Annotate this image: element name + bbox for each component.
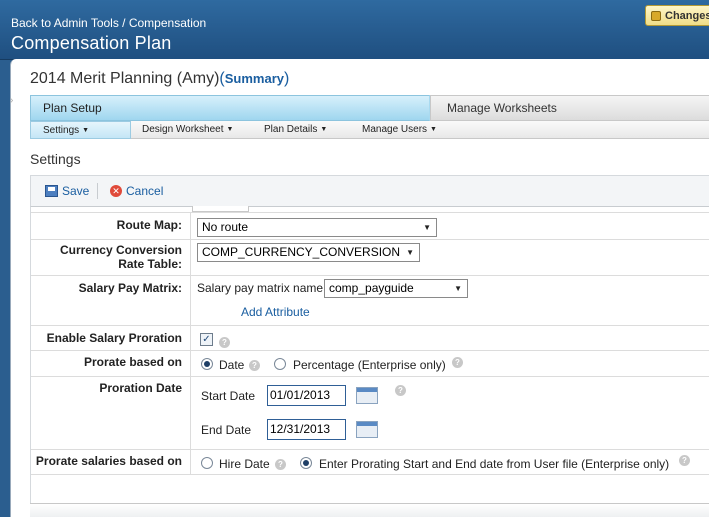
route-map-select[interactable]: No route ▼ bbox=[197, 218, 437, 237]
prorate-percentage-radio[interactable] bbox=[274, 358, 286, 370]
row-proration-date: Proration Date Start Date 01/01/2013 ? E… bbox=[31, 376, 709, 449]
end-date-label: End Date bbox=[201, 423, 252, 437]
row-prorate-salaries: Prorate salaries based on Hire Date ? En… bbox=[31, 449, 709, 475]
dropdown-arrow-icon: ▼ bbox=[423, 223, 431, 232]
caret-down-icon: ▼ bbox=[82, 127, 90, 134]
form-footer bbox=[30, 503, 709, 517]
help-icon[interactable]: ? bbox=[249, 360, 260, 371]
row-currency-conversion: Currency Conversion Rate Table: COMP_CUR… bbox=[31, 239, 709, 275]
plan-name: 2014 Merit Planning (Amy) bbox=[30, 70, 220, 87]
pay-matrix-select[interactable]: comp_payguide ▼ bbox=[324, 279, 468, 298]
changes-icon bbox=[651, 10, 661, 21]
help-icon[interactable]: ? bbox=[452, 357, 463, 368]
toolbar-divider bbox=[97, 183, 98, 199]
add-attribute-link[interactable]: Add Attribute bbox=[241, 305, 310, 319]
caret-down-icon: ▼ bbox=[430, 126, 437, 133]
subnav-design-worksheet[interactable]: Design Worksheet ▼ bbox=[142, 121, 233, 139]
toolbar: Save ✕ Cancel bbox=[30, 175, 709, 207]
save-icon bbox=[45, 185, 58, 197]
prorate-date-radio[interactable] bbox=[201, 358, 213, 370]
settings-form: Route Map: No route ▼ Currency Conversio… bbox=[30, 206, 709, 503]
end-date-input[interactable]: 12/31/2013 bbox=[267, 419, 346, 440]
hire-date-label: Hire Date bbox=[219, 457, 270, 471]
row-route-map: Route Map: No route ▼ bbox=[31, 212, 709, 239]
cancel-icon: ✕ bbox=[110, 185, 122, 197]
main-panel: 2014 Merit Planning (Amy)(Summary) › Pla… bbox=[10, 59, 709, 517]
pay-matrix-value: comp_payguide bbox=[329, 281, 414, 295]
prorate-based-on-label: Prorate based on bbox=[31, 351, 191, 376]
cancel-label: Cancel bbox=[126, 184, 164, 198]
page-title: Compensation Plan bbox=[11, 33, 172, 53]
hire-date-radio[interactable] bbox=[201, 457, 213, 469]
pay-matrix-name-label: Salary pay matrix name bbox=[197, 281, 324, 295]
chevron-right-icon[interactable]: › bbox=[10, 95, 13, 106]
caret-down-icon: ▼ bbox=[226, 126, 234, 133]
changes-button[interactable]: Changes bbox=[645, 5, 709, 26]
calendar-icon[interactable] bbox=[356, 421, 378, 438]
user-file-label: Enter Prorating Start and End date from … bbox=[319, 457, 670, 471]
currency-conversion-select[interactable]: COMP_CURRENCY_CONVERSION ▼ bbox=[197, 243, 420, 262]
start-date-label: Start Date bbox=[201, 389, 256, 403]
summary-link[interactable]: Summary bbox=[225, 71, 284, 86]
save-button[interactable]: Save bbox=[45, 184, 89, 198]
app-header: Back to Admin Tools / Compensation Compe… bbox=[0, 0, 709, 60]
subnav-design-worksheet-label: Design Worksheet bbox=[142, 124, 224, 135]
subnav-manage-users-label: Manage Users bbox=[362, 124, 428, 135]
calendar-icon[interactable] bbox=[356, 387, 378, 404]
subnav-plan-details-label: Plan Details bbox=[264, 124, 318, 135]
prorate-salaries-label: Prorate salaries based on bbox=[31, 450, 191, 474]
currency-label-line1: Currency Conversion bbox=[59, 243, 182, 257]
caret-down-icon: ▼ bbox=[320, 126, 328, 133]
start-date-input[interactable]: 01/01/2013 bbox=[267, 385, 346, 406]
route-map-label: Route Map: bbox=[31, 213, 191, 239]
row-enable-proration: Enable Salary Proration ✓ ? bbox=[31, 325, 709, 350]
plan-title: 2014 Merit Planning (Amy)(Summary) bbox=[30, 70, 289, 88]
enable-proration-checkbox[interactable]: ✓ bbox=[200, 333, 213, 346]
prorate-date-label: Date bbox=[219, 358, 245, 372]
dropdown-arrow-icon: ▼ bbox=[454, 284, 462, 293]
save-label: Save bbox=[62, 184, 90, 198]
row-prorate-based-on: Prorate based on Date ? Percentage (Ente… bbox=[31, 350, 709, 376]
step-manage-worksheets[interactable]: Manage Worksheets bbox=[430, 95, 709, 121]
step-bar: Plan Setup Manage Worksheets bbox=[30, 95, 709, 121]
sub-navigation: Settings ▼ Design Worksheet ▼ Plan Details… bbox=[30, 121, 709, 139]
cancel-button[interactable]: ✕ Cancel bbox=[110, 184, 163, 198]
currency-conversion-label: Currency Conversion Rate Table: bbox=[31, 240, 191, 275]
section-title: Settings bbox=[30, 151, 81, 167]
help-icon[interactable]: ? bbox=[219, 337, 230, 348]
back-to-admin-link[interactable]: Back to Admin Tools / Compensation bbox=[11, 16, 206, 30]
route-map-value: No route bbox=[202, 220, 249, 234]
step-plan-setup[interactable]: Plan Setup bbox=[30, 95, 442, 121]
subnav-settings[interactable]: Settings ▼ bbox=[30, 121, 131, 139]
help-icon[interactable]: ? bbox=[395, 385, 406, 396]
subnav-settings-label: Settings bbox=[43, 125, 80, 136]
help-icon[interactable]: ? bbox=[679, 455, 690, 466]
proration-date-label: Proration Date bbox=[31, 377, 191, 449]
currency-conversion-value: COMP_CURRENCY_CONVERSION bbox=[202, 245, 401, 259]
row-salary-pay-matrix: Salary Pay Matrix: Salary pay matrix nam… bbox=[31, 275, 709, 325]
salary-pay-matrix-label: Salary Pay Matrix: bbox=[31, 276, 191, 325]
summary-paren-close: ) bbox=[284, 70, 290, 87]
enable-proration-label: Enable Salary Proration bbox=[31, 326, 191, 350]
prorate-percentage-label: Percentage (Enterprise only) bbox=[293, 358, 446, 372]
subnav-plan-details[interactable]: Plan Details ▼ bbox=[264, 121, 327, 139]
subnav-manage-users[interactable]: Manage Users ▼ bbox=[362, 121, 437, 139]
breadcrumb[interactable]: Back to Admin Tools / Compensation bbox=[11, 16, 206, 30]
help-icon[interactable]: ? bbox=[275, 459, 286, 470]
dropdown-arrow-icon: ▼ bbox=[406, 248, 414, 257]
user-file-radio[interactable] bbox=[300, 457, 312, 469]
currency-label-line2: Rate Table: bbox=[118, 257, 182, 271]
changes-label: Changes bbox=[665, 9, 709, 22]
